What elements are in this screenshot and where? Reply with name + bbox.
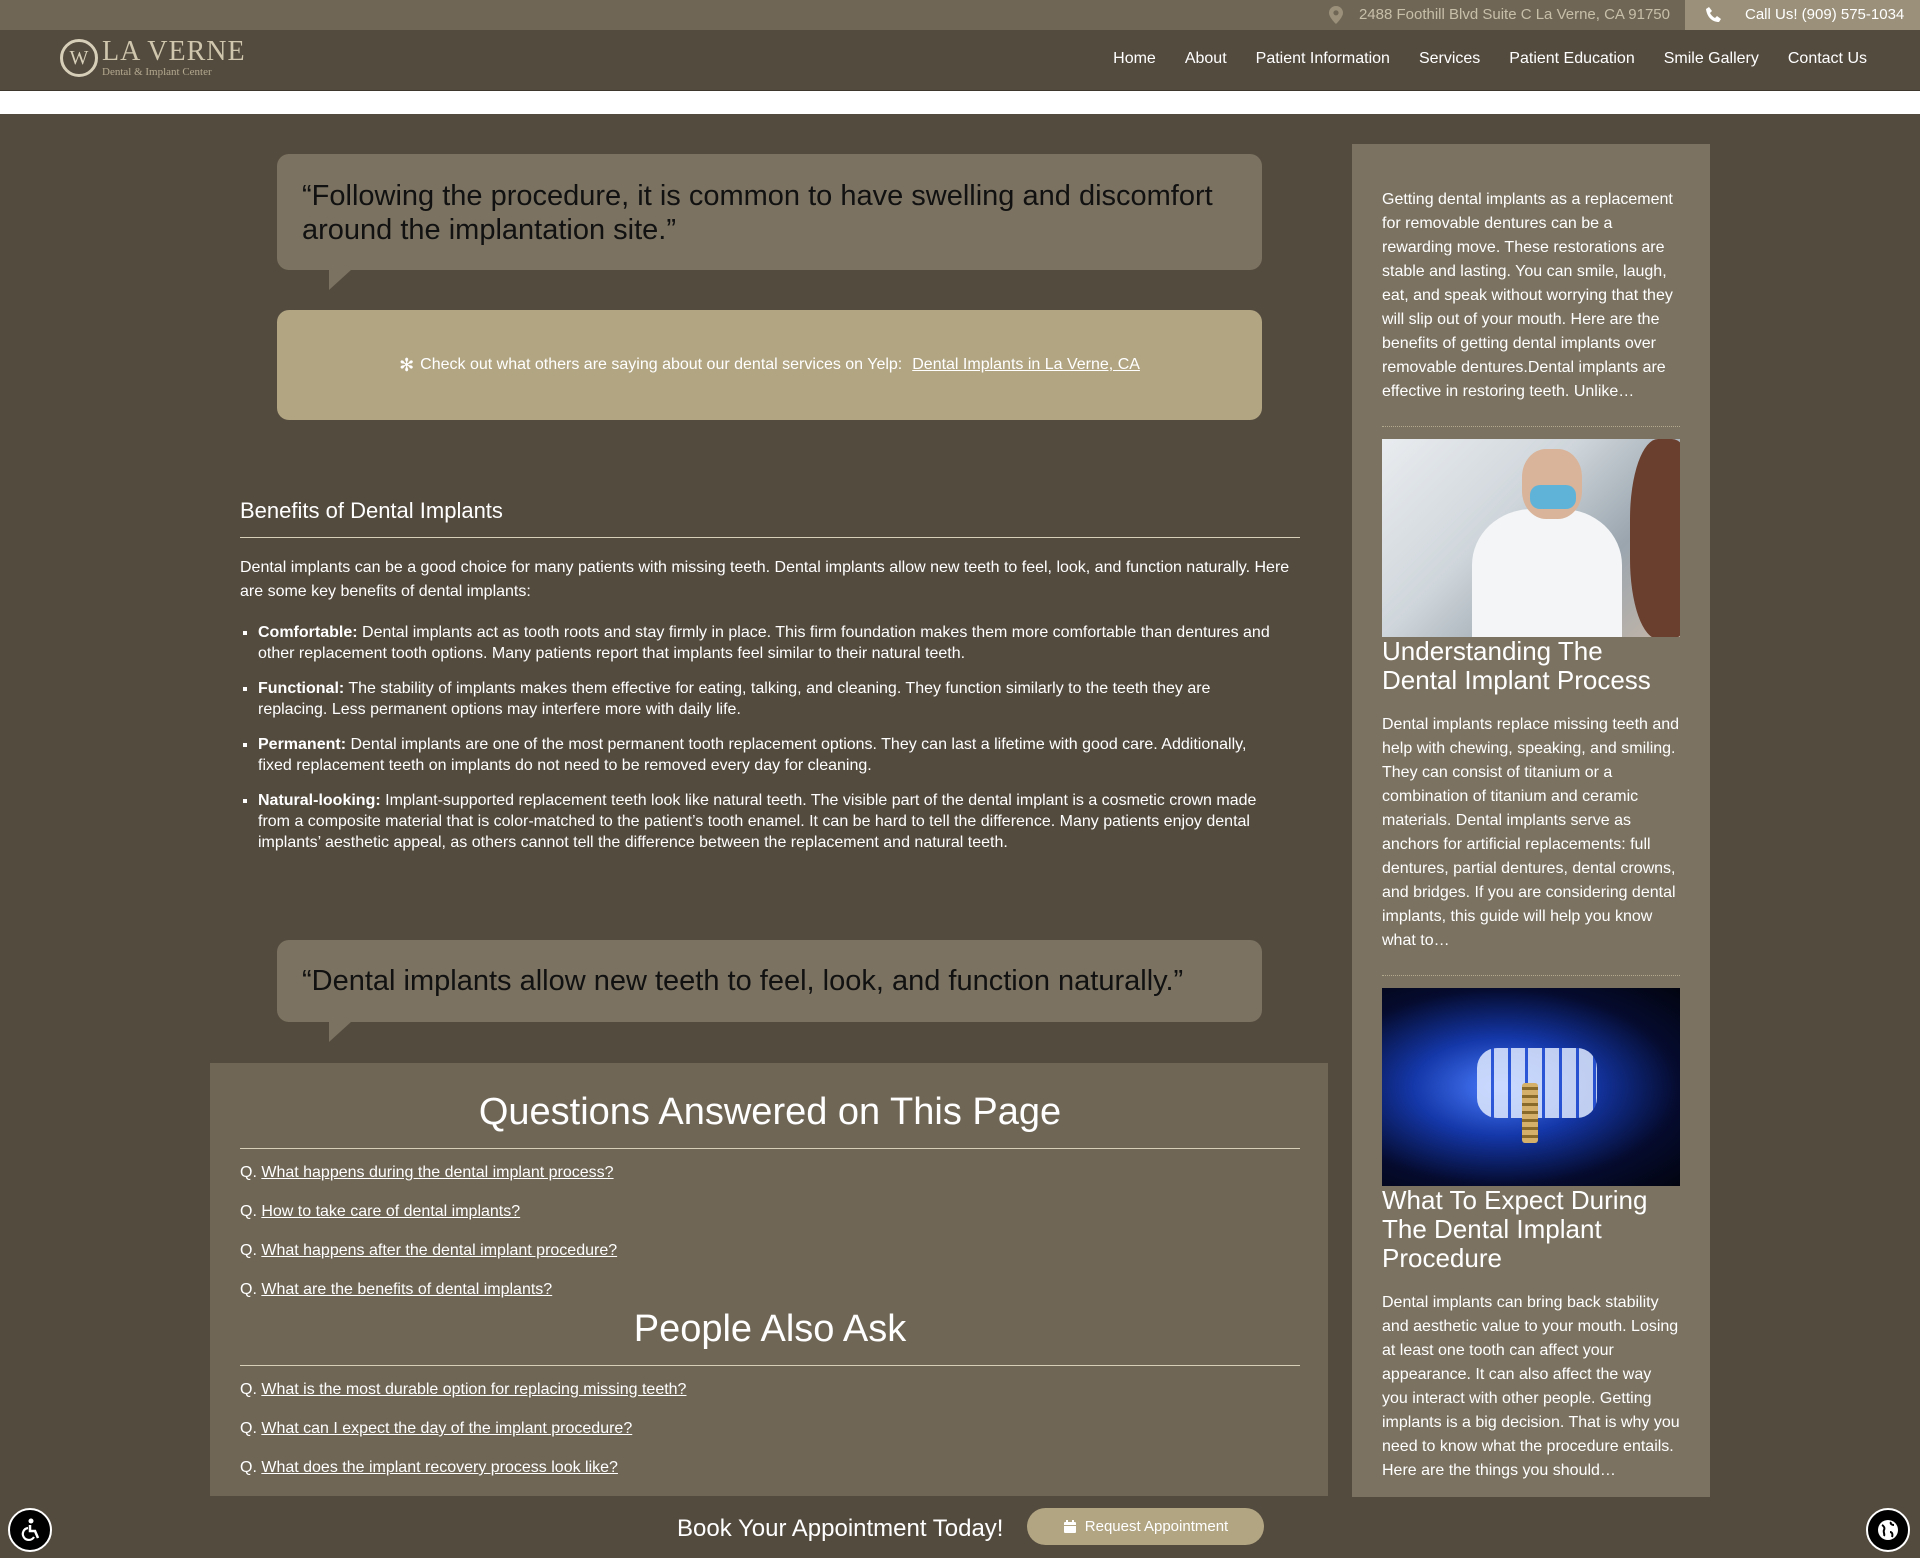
pull-quote-text: “Following the procedure, it is common t… xyxy=(302,180,1213,246)
item-text: The stability of implants makes them eff… xyxy=(258,680,1211,718)
quote-tail xyxy=(329,1022,351,1042)
yelp-icon: ✻ xyxy=(399,354,415,375)
quote-tail xyxy=(329,270,351,290)
article-section: Benefits of Dental Implants Dental impla… xyxy=(240,480,1300,867)
question-item: Q. What happens during the dental implan… xyxy=(240,1163,1328,1183)
globe-icon xyxy=(1878,1520,1898,1540)
questions-list: Q. What happens during the dental implan… xyxy=(240,1163,1328,1300)
benefits-list: Comfortable: Dental implants act as toot… xyxy=(240,622,1300,853)
divider xyxy=(1382,975,1680,976)
item-text: Dental implants act as tooth roots and s… xyxy=(258,624,1270,662)
q-prefix: Q. xyxy=(240,1164,257,1181)
question-link[interactable]: What can I expect the day of the implant… xyxy=(261,1420,632,1437)
q-prefix: Q. xyxy=(240,1459,257,1476)
question-item: Q. What does the implant recovery proces… xyxy=(240,1458,1328,1478)
book-text: Book Your Appointment Today! xyxy=(677,1515,1004,1542)
list-item: Permanent: Dental implants are one of th… xyxy=(258,734,1300,776)
main-nav: Home About Patient Information Services … xyxy=(1084,30,1867,88)
questions-heading: Questions Answered on This Page xyxy=(240,1063,1300,1149)
sidebar-post-title[interactable]: What To Expect During The Dental Implant… xyxy=(1382,1186,1680,1273)
calendar-icon xyxy=(1063,1519,1076,1533)
question-item: Q. What can I expect the day of the impl… xyxy=(240,1419,1328,1439)
q-prefix: Q. xyxy=(240,1203,257,1220)
accessibility-icon xyxy=(21,1518,40,1542)
sidebar-excerpt: Getting dental implants as a replacement… xyxy=(1382,191,1673,400)
item-term: Permanent: xyxy=(258,736,347,753)
map-pin-icon xyxy=(1328,6,1343,24)
pull-quote: “Following the procedure, it is common t… xyxy=(277,154,1262,290)
sidebar-excerpt: Dental implants replace missing teeth an… xyxy=(1382,716,1680,949)
item-term: Natural-looking: xyxy=(258,792,381,809)
top-bar: 2488 Foothill Blvd Suite C La Verne, CA … xyxy=(0,0,1920,30)
address[interactable]: 2488 Foothill Blvd Suite C La Verne, CA … xyxy=(1328,0,1670,30)
logo-mark-icon: W xyxy=(60,39,98,77)
address-text: 2488 Foothill Blvd Suite C La Verne, CA … xyxy=(1358,6,1670,23)
nav-home[interactable]: Home xyxy=(1113,50,1156,68)
question-link[interactable]: What happens during the dental implant p… xyxy=(261,1164,613,1181)
yelp-link[interactable]: Dental Implants in La Verne, CA xyxy=(912,356,1140,374)
intro-paragraph: Dental implants can be a good choice for… xyxy=(240,559,1290,600)
question-item: Q. What happens after the dental implant… xyxy=(240,1241,1328,1261)
language-button[interactable] xyxy=(1866,1508,1910,1552)
nav-services[interactable]: Services xyxy=(1419,50,1480,68)
question-item: Q. What are the benefits of dental impla… xyxy=(240,1280,1328,1300)
nav-patient-information[interactable]: Patient Information xyxy=(1256,50,1390,68)
book-appointment-bar: Book Your Appointment Today! Request App… xyxy=(0,1498,1920,1558)
request-appointment-label: Request Appointment xyxy=(1084,1518,1229,1535)
nav-smile-gallery[interactable]: Smile Gallery xyxy=(1664,50,1759,68)
item-text: Dental implants are one of the most perm… xyxy=(258,736,1247,774)
q-prefix: Q. xyxy=(240,1381,257,1398)
accessibility-button[interactable] xyxy=(8,1508,52,1552)
section-heading: Benefits of Dental Implants xyxy=(240,498,1300,538)
yelp-callout: ✻ Check out what others are saying about… xyxy=(277,310,1262,420)
q-prefix: Q. xyxy=(240,1420,257,1437)
logo-name: LA VERNE xyxy=(102,36,246,67)
request-appointment-button[interactable]: Request Appointment xyxy=(1027,1508,1264,1545)
header-divider xyxy=(0,91,1920,114)
question-link[interactable]: What are the benefits of dental implants… xyxy=(261,1281,552,1298)
list-item: Comfortable: Dental implants act as toot… xyxy=(258,622,1300,664)
question-link[interactable]: What happens after the dental implant pr… xyxy=(261,1242,617,1259)
pull-quote-text: “Dental implants allow new teeth to feel… xyxy=(302,965,1184,997)
implant-xray-image[interactable] xyxy=(1382,988,1680,1186)
sidebar-excerpt: Dental implants can bring back stability… xyxy=(1382,1294,1680,1479)
pull-quote: “Dental implants allow new teeth to feel… xyxy=(277,940,1262,1042)
divider xyxy=(1382,426,1680,427)
questions-panel: Questions Answered on This Page Q. What … xyxy=(210,1063,1328,1496)
phone-icon xyxy=(1706,7,1721,22)
people-also-ask-list: Q. What is the most durable option for r… xyxy=(240,1380,1328,1478)
call-text: Call Us! (909) 575-1034 xyxy=(1745,6,1905,23)
list-item: Natural-looking: Implant-supported repla… xyxy=(258,790,1300,853)
sidebar: Getting dental implants as a replacement… xyxy=(1352,144,1710,1497)
nav-patient-education[interactable]: Patient Education xyxy=(1509,50,1634,68)
people-also-ask-heading: People Also Ask xyxy=(240,1308,1300,1366)
item-term: Functional: xyxy=(258,680,345,697)
sidebar-post-title[interactable]: Understanding The Dental Implant Process xyxy=(1382,637,1680,695)
question-link[interactable]: What is the most durable option for repl… xyxy=(261,1381,686,1398)
dentist-photo[interactable] xyxy=(1382,439,1680,637)
list-item: Functional: The stability of implants ma… xyxy=(258,678,1300,720)
question-link[interactable]: How to take care of dental implants? xyxy=(261,1203,520,1220)
item-text: Implant-supported replacement teeth look… xyxy=(258,792,1257,851)
item-term: Comfortable: xyxy=(258,624,358,641)
q-prefix: Q. xyxy=(240,1281,257,1298)
site-header: W LA VERNE Dental & Implant Center Home … xyxy=(0,30,1920,91)
nav-about[interactable]: About xyxy=(1185,50,1227,68)
question-item: Q. What is the most durable option for r… xyxy=(240,1380,1328,1400)
logo[interactable]: W LA VERNE Dental & Implant Center xyxy=(60,38,246,78)
logo-tagline: Dental & Implant Center xyxy=(102,66,212,78)
q-prefix: Q. xyxy=(240,1242,257,1259)
question-item: Q. How to take care of dental implants? xyxy=(240,1202,1328,1222)
yelp-text: Check out what others are saying about o… xyxy=(420,356,903,373)
nav-contact-us[interactable]: Contact Us xyxy=(1788,50,1867,68)
question-link[interactable]: What does the implant recovery process l… xyxy=(261,1459,618,1476)
call-button[interactable]: Call Us! (909) 575-1034 xyxy=(1685,0,1920,30)
